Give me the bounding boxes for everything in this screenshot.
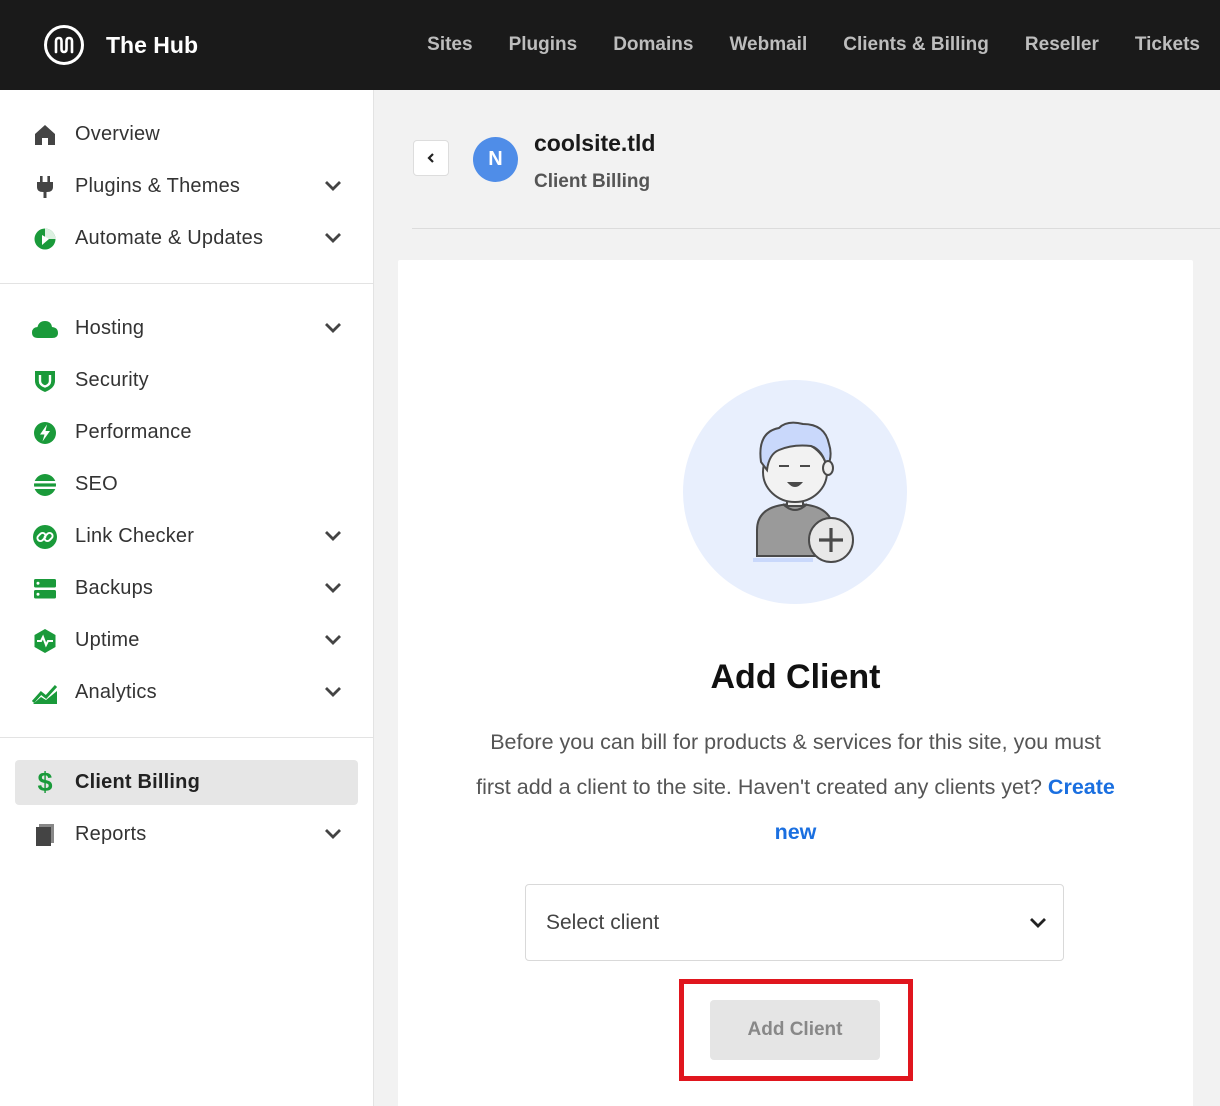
sidebar-group-services: Hosting Security Performance SEO Link Ch… <box>0 283 373 737</box>
chevron-down-icon[interactable] <box>322 525 344 547</box>
brand[interactable]: The Hub <box>44 25 198 65</box>
sidebar-item-label: Analytics <box>75 681 157 703</box>
sidebar-item-overview[interactable]: Overview <box>15 112 358 157</box>
chevron-down-icon[interactable] <box>322 823 344 845</box>
sidebar-item-label: Performance <box>75 421 192 443</box>
sidebar-item-analytics[interactable]: Analytics <box>15 670 358 715</box>
sidebar-group-billing: $ Client Billing Reports <box>0 737 373 879</box>
topnav-domains[interactable]: Domains <box>613 34 693 56</box>
sidebar-item-label: Security <box>75 369 149 391</box>
top-bar: The Hub Sites Plugins Domains Webmail Cl… <box>0 0 1220 90</box>
sidebar-item-reports[interactable]: Reports <box>15 812 358 857</box>
site-header: N coolsite.tld Client Billing <box>412 128 1220 229</box>
link-icon <box>31 523 59 551</box>
cloud-icon <box>31 315 59 343</box>
server-icon <box>31 575 59 603</box>
sidebar-item-label: Overview <box>75 123 160 145</box>
chevron-down-icon[interactable] <box>322 317 344 339</box>
hub-logo-icon <box>44 25 84 65</box>
person-add-icon <box>753 421 854 563</box>
site-name: coolsite.tld <box>534 130 656 156</box>
description-text: Before you can bill for products & servi… <box>476 730 1101 799</box>
seo-icon <box>31 471 59 499</box>
sidebar-item-client-billing[interactable]: $ Client Billing <box>15 760 358 805</box>
chevron-down-icon[interactable] <box>322 629 344 651</box>
automate-icon <box>31 225 59 253</box>
bolt-icon <box>31 419 59 447</box>
sidebar-item-label: Reports <box>75 823 147 845</box>
topnav-reseller[interactable]: Reseller <box>1025 34 1099 56</box>
sidebar-item-automate-updates[interactable]: Automate & Updates <box>15 216 358 261</box>
add-user-illustration <box>683 380 907 604</box>
sidebar-item-hosting[interactable]: Hosting <box>15 306 358 351</box>
client-select[interactable]: Select client <box>525 884 1064 961</box>
app-title: The Hub <box>106 31 198 58</box>
sidebar-item-label: Link Checker <box>75 525 195 547</box>
sidebar-item-label: Backups <box>75 577 154 599</box>
site-avatar: N <box>473 137 518 182</box>
top-nav: Sites Plugins Domains Webmail Clients & … <box>391 0 1200 90</box>
plug-icon <box>31 173 59 201</box>
document-icon <box>31 821 59 849</box>
back-button[interactable] <box>413 140 449 176</box>
sidebar-item-label: Uptime <box>75 629 140 651</box>
client-select-value: Select client <box>546 910 660 934</box>
sidebar: Overview Plugins & Themes Automate & Upd… <box>0 90 374 1106</box>
sidebar-item-label: Automate & Updates <box>75 227 264 249</box>
topnav-plugins[interactable]: Plugins <box>509 34 578 56</box>
dollar-icon: $ <box>37 767 53 797</box>
page-title: Client Billing <box>534 171 651 192</box>
topnav-tickets[interactable]: Tickets <box>1135 34 1200 56</box>
sidebar-item-link-checker[interactable]: Link Checker <box>15 514 358 559</box>
sidebar-item-backups[interactable]: Backups <box>15 566 358 611</box>
card-description: Before you can bill for products & servi… <box>472 720 1119 855</box>
sidebar-item-uptime[interactable]: Uptime <box>15 618 358 663</box>
main-content: N coolsite.tld Client Billing Add Client… <box>374 90 1220 1106</box>
topnav-sites[interactable]: Sites <box>427 34 472 56</box>
sidebar-item-plugins-themes[interactable]: Plugins & Themes <box>15 164 358 209</box>
sidebar-item-performance[interactable]: Performance <box>15 410 358 455</box>
chevron-down-icon <box>1030 918 1046 928</box>
chevron-down-icon[interactable] <box>322 227 344 249</box>
chevron-down-icon[interactable] <box>322 577 344 599</box>
sidebar-item-label: Plugins & Themes <box>75 175 241 197</box>
shield-icon <box>31 367 59 395</box>
chevron-left-icon <box>427 153 434 163</box>
sidebar-group-site: Overview Plugins & Themes Automate & Upd… <box>0 90 373 283</box>
sidebar-item-label: SEO <box>75 473 118 495</box>
add-client-button[interactable]: Add Client <box>710 1000 880 1060</box>
sidebar-item-label: Hosting <box>75 317 145 339</box>
sidebar-item-label: Client Billing <box>75 771 201 793</box>
heartbeat-icon <box>31 627 59 655</box>
topnav-clients-billing[interactable]: Clients & Billing <box>843 34 989 56</box>
card-title: Add Client <box>710 658 881 696</box>
add-client-card: Add Client Before you can bill for produ… <box>398 260 1193 1106</box>
chevron-down-icon[interactable] <box>322 175 344 197</box>
home-icon <box>31 121 59 149</box>
chart-icon <box>31 679 59 707</box>
topnav-webmail[interactable]: Webmail <box>729 34 807 56</box>
chevron-down-icon[interactable] <box>322 681 344 703</box>
sidebar-item-security[interactable]: Security <box>15 358 358 403</box>
sidebar-item-seo[interactable]: SEO <box>15 462 358 507</box>
